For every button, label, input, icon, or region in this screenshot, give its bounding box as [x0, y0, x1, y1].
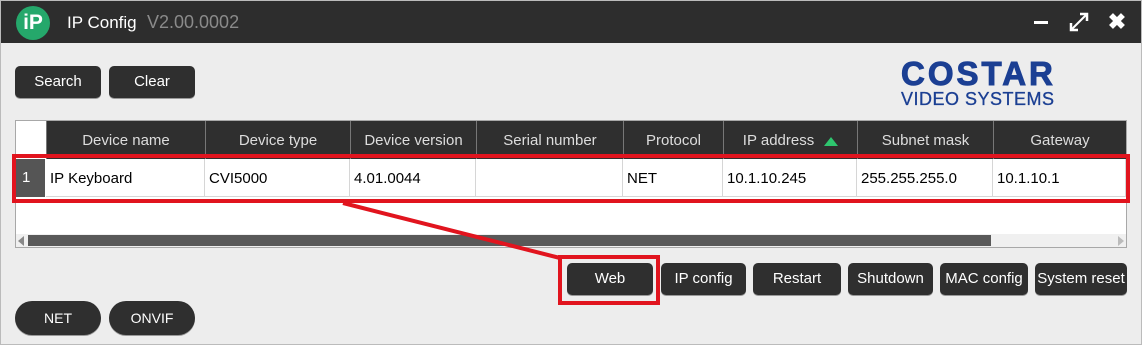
window-title: IP Config — [67, 13, 137, 32]
column-header-device-version[interactable]: Device version — [350, 121, 476, 159]
column-header-label: Gateway — [1030, 132, 1090, 149]
cell-device-version[interactable]: 4.01.0044 — [350, 159, 476, 197]
column-header-label: Device type — [238, 132, 318, 149]
restart-button[interactable]: Restart — [753, 263, 841, 295]
row-index: 1 — [16, 159, 45, 197]
web-button[interactable]: Web — [567, 263, 653, 295]
title-bar: iP IP Config V2.00.0002 ✖ — [1, 1, 1141, 43]
cell-subnet-mask[interactable]: 255.255.255.0 — [857, 159, 993, 197]
cell-protocol[interactable]: NET — [623, 159, 723, 197]
version-label: V2.00.0002 — [147, 12, 240, 32]
sort-ascending-icon — [824, 136, 839, 146]
shutdown-button[interactable]: Shutdown — [848, 263, 933, 295]
close-icon[interactable]: ✖ — [1104, 9, 1130, 35]
column-header-label: Device version — [364, 132, 463, 149]
column-header-label: Subnet mask — [881, 132, 970, 149]
ip-config-button[interactable]: IP config — [661, 263, 746, 295]
scrollbar-thumb[interactable] — [28, 235, 991, 246]
column-header-ip-address[interactable]: IP address — [723, 121, 857, 159]
column-header-label: Protocol — [645, 132, 702, 149]
mac-config-button[interactable]: MAC config — [940, 263, 1028, 295]
brand-subtitle: VIDEO SYSTEMS — [901, 89, 1055, 109]
brand-name: COSTAR — [901, 55, 1056, 92]
minimize-icon[interactable] — [1028, 9, 1054, 35]
column-header-serial-number[interactable]: Serial number — [476, 121, 623, 159]
row-header-corner — [16, 121, 46, 159]
cell-device-type[interactable]: CVI5000 — [205, 159, 350, 197]
search-button[interactable]: Search — [15, 66, 101, 98]
column-header-label: Device name — [82, 132, 170, 149]
clear-button[interactable]: Clear — [109, 66, 195, 98]
cell-device-name[interactable]: IP Keyboard — [46, 159, 205, 197]
column-header-label: IP address — [742, 132, 815, 149]
device-table: Device name Device type Device version S… — [15, 120, 1127, 248]
net-mode-button[interactable]: NET — [15, 301, 101, 335]
horizontal-scrollbar[interactable] — [16, 234, 1126, 247]
table-header: Device name Device type Device version S… — [16, 121, 1126, 159]
maximize-icon[interactable] — [1066, 9, 1092, 35]
table-row[interactable]: 1 IP Keyboard CVI5000 4.01.0044 NET 10.1… — [16, 159, 1126, 197]
column-header-subnet-mask[interactable]: Subnet mask — [857, 121, 993, 159]
column-header-label: Serial number — [503, 132, 597, 149]
onvif-mode-button[interactable]: ONVIF — [109, 301, 195, 335]
scroll-left-arrow-icon[interactable] — [18, 236, 24, 246]
brand-logo: COSTAR VIDEO SYSTEMS — [901, 55, 1121, 109]
column-header-protocol[interactable]: Protocol — [623, 121, 723, 159]
cell-ip-address[interactable]: 10.1.10.245 — [723, 159, 857, 197]
cell-gateway[interactable]: 10.1.10.1 — [993, 159, 1126, 197]
column-header-gateway[interactable]: Gateway — [993, 121, 1126, 159]
column-header-device-type[interactable]: Device type — [205, 121, 350, 159]
app-logo-icon: iP — [16, 6, 50, 40]
column-header-device-name[interactable]: Device name — [46, 121, 205, 159]
scroll-right-arrow-icon[interactable] — [1118, 236, 1124, 246]
cell-serial-number[interactable] — [476, 159, 623, 197]
system-reset-button[interactable]: System reset — [1035, 263, 1127, 295]
ip-config-window: iP IP Config V2.00.0002 ✖ Search Clear C… — [0, 0, 1142, 345]
